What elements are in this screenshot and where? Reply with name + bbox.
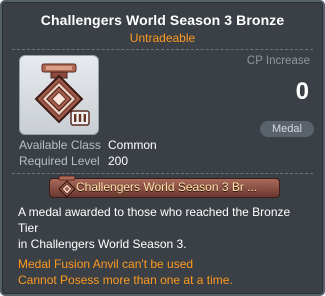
item-description: A medal awarded to those who reached the… [18, 204, 313, 252]
description-line: A medal awarded to those who reached the… [18, 205, 291, 219]
set-banner-label: Challengers World Season 3 Br ... [76, 180, 258, 194]
info-key: Required Level [19, 154, 100, 168]
info-row-class: Available Class Common [19, 138, 157, 152]
cp-increase-label: CP Increase [246, 55, 310, 67]
item-title: Challengers World Season 3 Bronze [40, 12, 285, 28]
item-icon-frame [19, 55, 99, 135]
info-value: Common [108, 138, 157, 152]
item-tooltip: Challengers World Season 3 Bronze Untrad… [0, 0, 325, 296]
warning-possess: Cannot Posess more than one at a time. [18, 273, 233, 287]
divider-top [12, 49, 313, 50]
cp-increase-value: 0 [295, 78, 309, 105]
challengers-bronze-medal-icon [34, 63, 90, 126]
info-value: 200 [108, 154, 129, 168]
category-badge: Medal [260, 121, 314, 137]
set-banner[interactable]: Challengers World Season 3 Br ... [49, 175, 280, 198]
info-key: Available Class [19, 138, 101, 152]
warning-anvil: Medal Fusion Anvil can't be used [18, 257, 194, 271]
info-row-level: Required Level 200 [19, 154, 128, 168]
description-line: in Challengers World Season 3. [18, 237, 187, 251]
divider-middle [12, 173, 313, 174]
medal-set-icon [58, 175, 76, 198]
trade-status: Untradeable [129, 31, 196, 45]
description-line: Tier [18, 221, 39, 235]
